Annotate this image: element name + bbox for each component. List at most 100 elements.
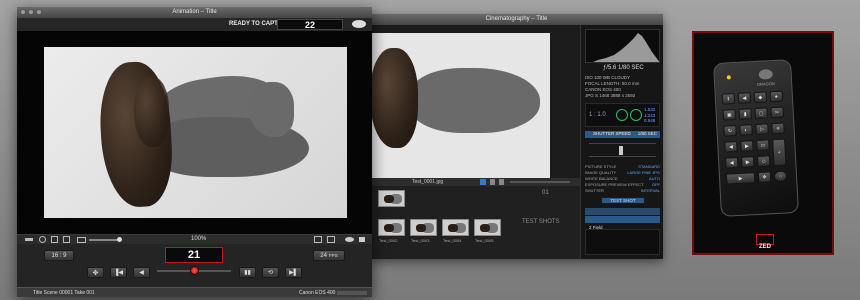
keypad-key[interactable]: ‖ xyxy=(721,93,736,105)
shutter-speed-header: SHUTTER SPEED 1/80 SEC xyxy=(585,131,660,138)
filmstrip-filename: Test_0001.jpg xyxy=(412,179,444,185)
status-right: Canon EOS 400 xyxy=(299,290,336,296)
grid-icon[interactable] xyxy=(327,236,335,243)
keypad-key[interactable]: ◆ xyxy=(753,91,768,104)
status-light-icon xyxy=(726,75,731,80)
eye-icon[interactable] xyxy=(345,237,354,242)
animation-preview xyxy=(17,31,372,234)
keypad-key[interactable]: ▶ xyxy=(740,140,754,152)
speaker-icon[interactable] xyxy=(359,237,365,242)
keypad-device: DRAGON ‖ ◀ ◆ ● ▣ ▮ ▢ ✂ ↻ ◐ ▷ ≡ ◀ ▶ ▭ + ◀… xyxy=(713,59,799,217)
grid-icon[interactable] xyxy=(51,236,58,243)
step-forward-button[interactable]: ▶▌ xyxy=(285,267,302,278)
keypad-key[interactable]: ● xyxy=(769,90,784,103)
arrows-icon[interactable] xyxy=(25,238,33,241)
keypad-key[interactable]: ▶ xyxy=(725,172,756,185)
status-bar: Title Scene 00001 Take 001 Canon EOS 400 xyxy=(17,287,372,297)
progress-bar xyxy=(337,291,367,295)
play-back-button[interactable]: ◀ xyxy=(133,267,150,278)
zoom-slider[interactable] xyxy=(89,239,119,241)
ring-icon xyxy=(616,109,628,121)
step-back-button[interactable]: ▐◀ xyxy=(110,267,127,278)
play-back-icon: ◀ xyxy=(139,270,144,276)
live-view-image xyxy=(44,47,347,218)
keypad-key[interactable]: ◐ xyxy=(739,124,753,136)
window-controls xyxy=(20,9,42,15)
keypad-key[interactable]: ▮ xyxy=(738,108,753,120)
keypad-key[interactable]: ◀ xyxy=(724,156,739,169)
take-number: 01 xyxy=(542,190,549,196)
rotate-icon[interactable] xyxy=(39,236,46,243)
aspect-ratio-select[interactable]: 16 : 9 xyxy=(44,250,74,261)
filmstrip-area: Test_0001.jpg 01 TEST SHOTS Test_0002 Te… xyxy=(370,178,580,259)
filmstrip-thumb[interactable] xyxy=(474,219,501,236)
keypad-key[interactable]: ↻ xyxy=(723,125,737,137)
blue-marker-icon xyxy=(480,179,486,185)
keypad-key[interactable]: ≡ xyxy=(771,122,785,135)
eye-icon[interactable] xyxy=(352,20,366,28)
fps-select[interactable]: 24 FPS xyxy=(313,250,345,261)
capture-button[interactable] xyxy=(190,266,199,275)
shutter-speed-slider[interactable] xyxy=(589,143,656,157)
ready-bar: READY TO CAPTURE: 22 xyxy=(17,18,372,31)
cinematography-preview xyxy=(370,33,550,178)
step-back-icon: ▐◀ xyxy=(114,270,123,276)
keypad-key[interactable]: ○ xyxy=(773,170,788,183)
loop-button[interactable]: ⟲ xyxy=(262,267,279,278)
thumb-label: Test_0003 xyxy=(411,238,430,243)
keypad-key[interactable]: ▶ xyxy=(740,156,755,168)
keypad-key[interactable]: + xyxy=(772,138,787,167)
dragon-logo-icon xyxy=(758,69,773,80)
grid-icon[interactable] xyxy=(63,236,70,243)
slider-thumb[interactable] xyxy=(619,146,623,155)
filmstrip-thumb[interactable] xyxy=(442,219,469,236)
setting-row[interactable]: SHUTTER INTERVAL xyxy=(585,188,660,194)
list-item[interactable]: 2 Field xyxy=(585,216,660,230)
cinematography-title: Cinematography – Title xyxy=(485,16,548,22)
onion-skin-button[interactable]: ▮▮ xyxy=(239,267,256,278)
filmstrip-thumb[interactable] xyxy=(410,219,437,236)
filmstrip-thumb[interactable] xyxy=(378,219,405,236)
keypad-key[interactable]: ✂ xyxy=(770,106,784,119)
ring-icon xyxy=(630,109,642,121)
frame-counter: 21 xyxy=(187,249,201,261)
notes-box[interactable] xyxy=(585,229,660,255)
test-shot-button[interactable]: TEST SHOT xyxy=(601,197,645,204)
list-icon[interactable] xyxy=(314,236,322,243)
view-toolbar: 100% xyxy=(17,234,372,244)
transport-panel: 16 : 9 ✥ ▐◀ ◀ 21 ▮▮ ⟲ ▶▌ 24 FPS xyxy=(17,244,372,287)
exposure-label: 1 : 1.0 xyxy=(589,112,606,118)
exposure-gauge: 1 : 1.0 1.532 1.243 0.948 xyxy=(585,103,660,127)
filmstrip-toolbar: Test_0001.jpg xyxy=(370,178,580,186)
close-button[interactable] xyxy=(20,9,26,15)
keypad-key[interactable]: ▢ xyxy=(754,107,768,120)
fps-unit: FPS xyxy=(328,253,338,258)
shuttle-icon: ✥ xyxy=(92,269,99,277)
thumb-label: Test_0004 xyxy=(443,238,462,243)
marker-icon xyxy=(499,179,504,185)
filmstrip-thumb[interactable] xyxy=(378,190,405,207)
histogram-readout: ƒ/5.6 1/80 SEC xyxy=(603,65,644,71)
keypad-key[interactable]: ✥ xyxy=(757,171,772,183)
keypad-key[interactable]: ◀ xyxy=(724,140,738,153)
status-left: Title Scene 00001 Take 001 xyxy=(33,290,95,296)
list-item[interactable]: 1 1 xyxy=(585,208,660,222)
keypad-key[interactable]: ▣ xyxy=(722,109,737,121)
settings-list: PICTURE STYLE STANDARD IMAGE QUALITY LAR… xyxy=(585,164,660,194)
keypad-key[interactable]: ◀ xyxy=(737,92,752,104)
shuttle-button[interactable]: ✥ xyxy=(87,267,104,278)
keypad-key[interactable]: ▭ xyxy=(756,139,770,151)
camera-info-line: JPG S 1468 3888 x 2592 xyxy=(585,93,636,98)
zoom-button[interactable] xyxy=(36,9,42,15)
marker-icon xyxy=(490,179,495,185)
fps-value: 24 xyxy=(320,252,327,259)
loop-icon: ⟲ xyxy=(267,270,274,276)
timeline-bar[interactable] xyxy=(510,181,570,183)
minimize-button[interactable] xyxy=(28,9,34,15)
frame-counter-box: 21 xyxy=(165,247,223,263)
inspector-panel: ƒ/5.6 1/80 SEC ISO 100 WB CLOUDY FOCAL L… xyxy=(580,25,663,259)
keypad-key[interactable]: ▷ xyxy=(755,123,769,136)
keypad-key[interactable]: ◇ xyxy=(756,155,771,167)
slider-thumb[interactable] xyxy=(117,237,122,242)
frame-icon[interactable] xyxy=(77,237,86,243)
